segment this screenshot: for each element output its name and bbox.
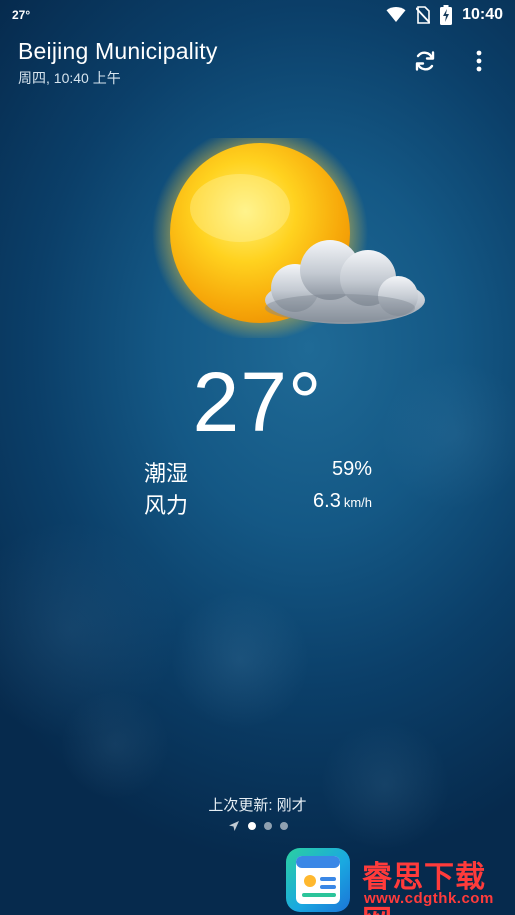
page-indicators <box>0 818 515 834</box>
location-title[interactable]: Beijing Municipality <box>18 38 218 65</box>
weather-screen: 27° 10:40 Beijing Municipality 周四, 10:40… <box>0 0 515 915</box>
no-sim-icon <box>416 6 431 24</box>
refresh-icon <box>415 51 435 71</box>
current-temperature: 27° <box>192 355 323 449</box>
partly-sunny-icon <box>140 125 430 341</box>
humidity-number: 59% <box>331 458 372 480</box>
refresh-button[interactable] <box>410 46 440 76</box>
status-icons: 10:40 <box>386 5 503 25</box>
bokeh-light <box>60 690 170 800</box>
wind-unit: km/h <box>343 495 372 510</box>
status-temperature: 27° <box>12 8 31 22</box>
page-dot-3[interactable] <box>279 822 288 830</box>
humidity-row: 潮湿 59% <box>144 456 372 486</box>
humidity-label: 潮湿 <box>144 461 189 486</box>
bokeh-light <box>0 520 180 740</box>
watermark-logo-icon <box>286 848 350 912</box>
date-time-label: 周四, 10:40 上午 <box>18 70 121 86</box>
more-vert-icon <box>476 50 482 72</box>
wifi-icon <box>386 7 406 22</box>
bokeh-light <box>170 590 310 730</box>
page-dot-2[interactable] <box>263 822 272 830</box>
app-header: Beijing Municipality 周四, 10:40 上午 <box>0 38 515 94</box>
wind-value: 6.3 km/h <box>313 490 372 513</box>
humidity-value: 59% <box>332 458 372 481</box>
page-dot-1[interactable] <box>247 822 256 830</box>
watermark-url: www.cdgthk.com <box>364 890 494 907</box>
overflow-menu-button[interactable] <box>466 46 492 76</box>
wind-row: 风力 6.3 km/h <box>144 488 372 518</box>
last-update-label: 上次更新: 刚才 <box>208 797 307 814</box>
status-time: 10:40 <box>462 6 503 23</box>
status-bar: 27° 10:40 <box>0 0 515 30</box>
wind-number: 6.3 <box>313 490 341 512</box>
location-arrow-icon <box>228 821 239 831</box>
battery-charging-icon <box>440 5 453 25</box>
watermark: 睿思下载网 www.cdgthk.com <box>284 846 515 915</box>
wind-label: 风力 <box>144 493 189 518</box>
